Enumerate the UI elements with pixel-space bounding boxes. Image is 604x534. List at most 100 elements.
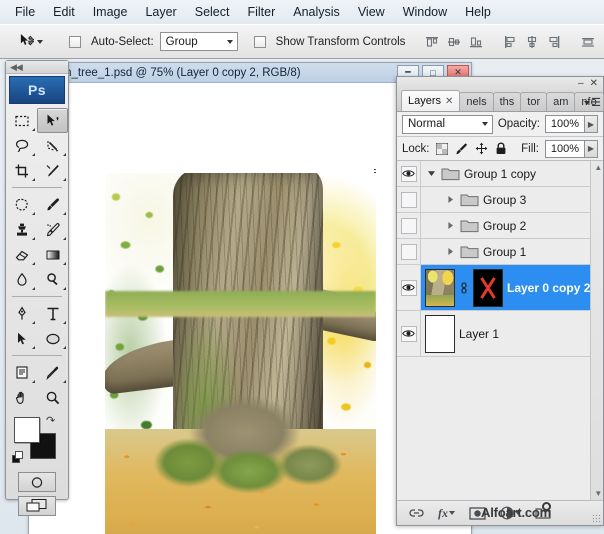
lock-image-pixels-icon[interactable] xyxy=(455,143,468,155)
tab-layers[interactable]: Layers ✕ xyxy=(401,90,461,111)
clone-stamp-icon[interactable] xyxy=(6,217,37,242)
visibility-cell[interactable] xyxy=(397,187,421,212)
menu-item-filter[interactable]: Filter xyxy=(238,2,284,22)
eye-icon-hidden[interactable] xyxy=(400,217,417,234)
menu-item-image[interactable]: Image xyxy=(84,2,137,22)
align-horizontal-centers-icon[interactable] xyxy=(522,32,542,52)
gradient-icon[interactable] xyxy=(37,242,68,267)
default-colors-icon[interactable] xyxy=(12,451,25,464)
menu-item-help[interactable]: Help xyxy=(456,2,500,22)
path-selection-icon[interactable] xyxy=(6,326,37,351)
healing-brush-icon[interactable] xyxy=(37,158,68,183)
align-bottom-edges-icon[interactable] xyxy=(466,32,486,52)
eraser-icon[interactable] xyxy=(6,242,37,267)
layer-row-layer-1[interactable]: Layer 1 xyxy=(397,311,591,357)
link-icon[interactable] xyxy=(459,281,469,294)
layer-row-group-1-copy[interactable]: Group 1 copy xyxy=(397,161,591,187)
toolbox-collapse-button[interactable]: ◀◀ xyxy=(6,61,68,74)
notes-icon[interactable] xyxy=(6,360,37,385)
blend-mode-dropdown[interactable]: Normal xyxy=(402,114,493,134)
tab-close-icon[interactable]: ✕ xyxy=(445,96,453,107)
pen-icon[interactable] xyxy=(6,301,37,326)
visibility-cell[interactable] xyxy=(397,239,421,264)
eye-icon[interactable] xyxy=(400,279,417,296)
swap-colors-icon[interactable]: ↷ xyxy=(46,414,55,427)
eyedropper-icon[interactable] xyxy=(37,360,68,385)
screen-mode-icon[interactable] xyxy=(18,496,56,516)
brush-icon[interactable] xyxy=(37,192,68,217)
visibility-cell[interactable] xyxy=(397,311,421,356)
auto-select-scope-dropdown[interactable]: Group xyxy=(159,32,238,51)
align-left-edges-icon[interactable] xyxy=(500,32,520,52)
tab-channels[interactable]: nels xyxy=(459,92,494,111)
tab-histogram[interactable]: am xyxy=(546,92,576,111)
tab-history[interactable]: tor xyxy=(520,92,548,111)
tab-paths[interactable]: ths xyxy=(492,92,522,111)
chevron-right-icon[interactable] xyxy=(444,247,456,256)
chevron-down-icon[interactable] xyxy=(425,169,437,178)
link-layers-icon[interactable] xyxy=(409,508,424,519)
distribute-top-edges-icon[interactable] xyxy=(578,32,598,52)
menu-item-layer[interactable]: Layer xyxy=(136,2,185,22)
show-transform-checkbox[interactable] xyxy=(253,35,266,48)
type-icon[interactable] xyxy=(37,301,68,326)
chevron-right-icon[interactable] xyxy=(444,195,456,204)
distribute-vertical-centers-icon[interactable] xyxy=(600,32,604,52)
quick-selection-icon[interactable] xyxy=(37,133,68,158)
align-right-edges-icon[interactable] xyxy=(544,32,564,52)
menu-item-file[interactable]: File xyxy=(6,2,44,22)
menu-item-analysis[interactable]: Analysis xyxy=(284,2,349,22)
menu-item-edit[interactable]: Edit xyxy=(44,2,84,22)
eye-icon[interactable] xyxy=(400,325,417,342)
lasso-icon[interactable] xyxy=(6,133,37,158)
close-icon[interactable]: ✕ xyxy=(590,78,598,89)
disabled-layer-mask-thumbnail[interactable] xyxy=(473,268,503,307)
dodge-icon[interactable] xyxy=(37,267,68,292)
layer-row-group-1[interactable]: Group 1 xyxy=(397,239,591,265)
panel-menu-icon[interactable]: ☰ xyxy=(584,96,601,109)
align-vertical-centers-icon[interactable] xyxy=(444,32,464,52)
visibility-cell[interactable] xyxy=(397,265,421,310)
move-tool-icon[interactable] xyxy=(37,108,68,133)
history-brush-icon[interactable] xyxy=(37,217,68,242)
opacity-stepper[interactable]: ▶ xyxy=(585,115,598,133)
ellipse-shape-icon[interactable] xyxy=(37,326,68,351)
foreground-color-swatch[interactable] xyxy=(14,417,40,443)
menu-item-view[interactable]: View xyxy=(349,2,394,22)
rectangular-marquee-icon[interactable] xyxy=(6,108,37,133)
layer-row-group-2[interactable]: Group 2 xyxy=(397,213,591,239)
fill-stepper[interactable]: ▶ xyxy=(585,139,598,158)
current-tool-preset-button[interactable] xyxy=(13,33,49,51)
visibility-cell[interactable] xyxy=(397,161,421,186)
fill-input[interactable]: 100% xyxy=(545,139,585,158)
scroll-up-arrow[interactable]: ▲ xyxy=(594,163,602,172)
layers-list[interactable]: Group 1 copy Group 3 Group 2 Group 1 Lay… xyxy=(397,161,603,500)
lock-all-icon[interactable] xyxy=(495,142,507,155)
eye-icon[interactable] xyxy=(400,165,417,182)
eye-icon-hidden[interactable] xyxy=(400,243,417,260)
quick-mask-icon[interactable] xyxy=(18,472,56,492)
minimize-icon[interactable]: – xyxy=(578,78,584,89)
panel-resize-grip[interactable] xyxy=(592,514,600,522)
layer-row-group-3[interactable]: Group 3 xyxy=(397,187,591,213)
patch-icon[interactable] xyxy=(6,192,37,217)
auto-select-checkbox[interactable] xyxy=(69,35,81,48)
lock-position-icon[interactable] xyxy=(475,142,488,155)
blur-icon[interactable] xyxy=(6,267,37,292)
chevron-right-icon[interactable] xyxy=(444,221,456,230)
canvas-image-golden-tree[interactable] xyxy=(105,173,376,534)
white-thumbnail[interactable] xyxy=(425,314,455,353)
hand-icon[interactable] xyxy=(6,385,37,410)
menu-item-window[interactable]: Window xyxy=(394,2,456,22)
eye-icon-hidden[interactable] xyxy=(400,191,417,208)
add-layer-style-icon[interactable]: fx xyxy=(438,506,455,521)
menu-item-select[interactable]: Select xyxy=(186,2,239,22)
layers-scrollbar[interactable]: ▲ ▼ xyxy=(590,161,603,500)
visibility-cell[interactable] xyxy=(397,213,421,238)
crop-icon[interactable] xyxy=(6,158,37,183)
zoom-icon[interactable] xyxy=(37,385,68,410)
tree-photo-thumbnail[interactable] xyxy=(425,268,455,307)
opacity-input[interactable]: 100% xyxy=(545,115,585,133)
layer-row-layer-0-copy-2[interactable]: Layer 0 copy 2 xyxy=(397,265,591,311)
lock-transparent-pixels-icon[interactable] xyxy=(435,142,448,155)
